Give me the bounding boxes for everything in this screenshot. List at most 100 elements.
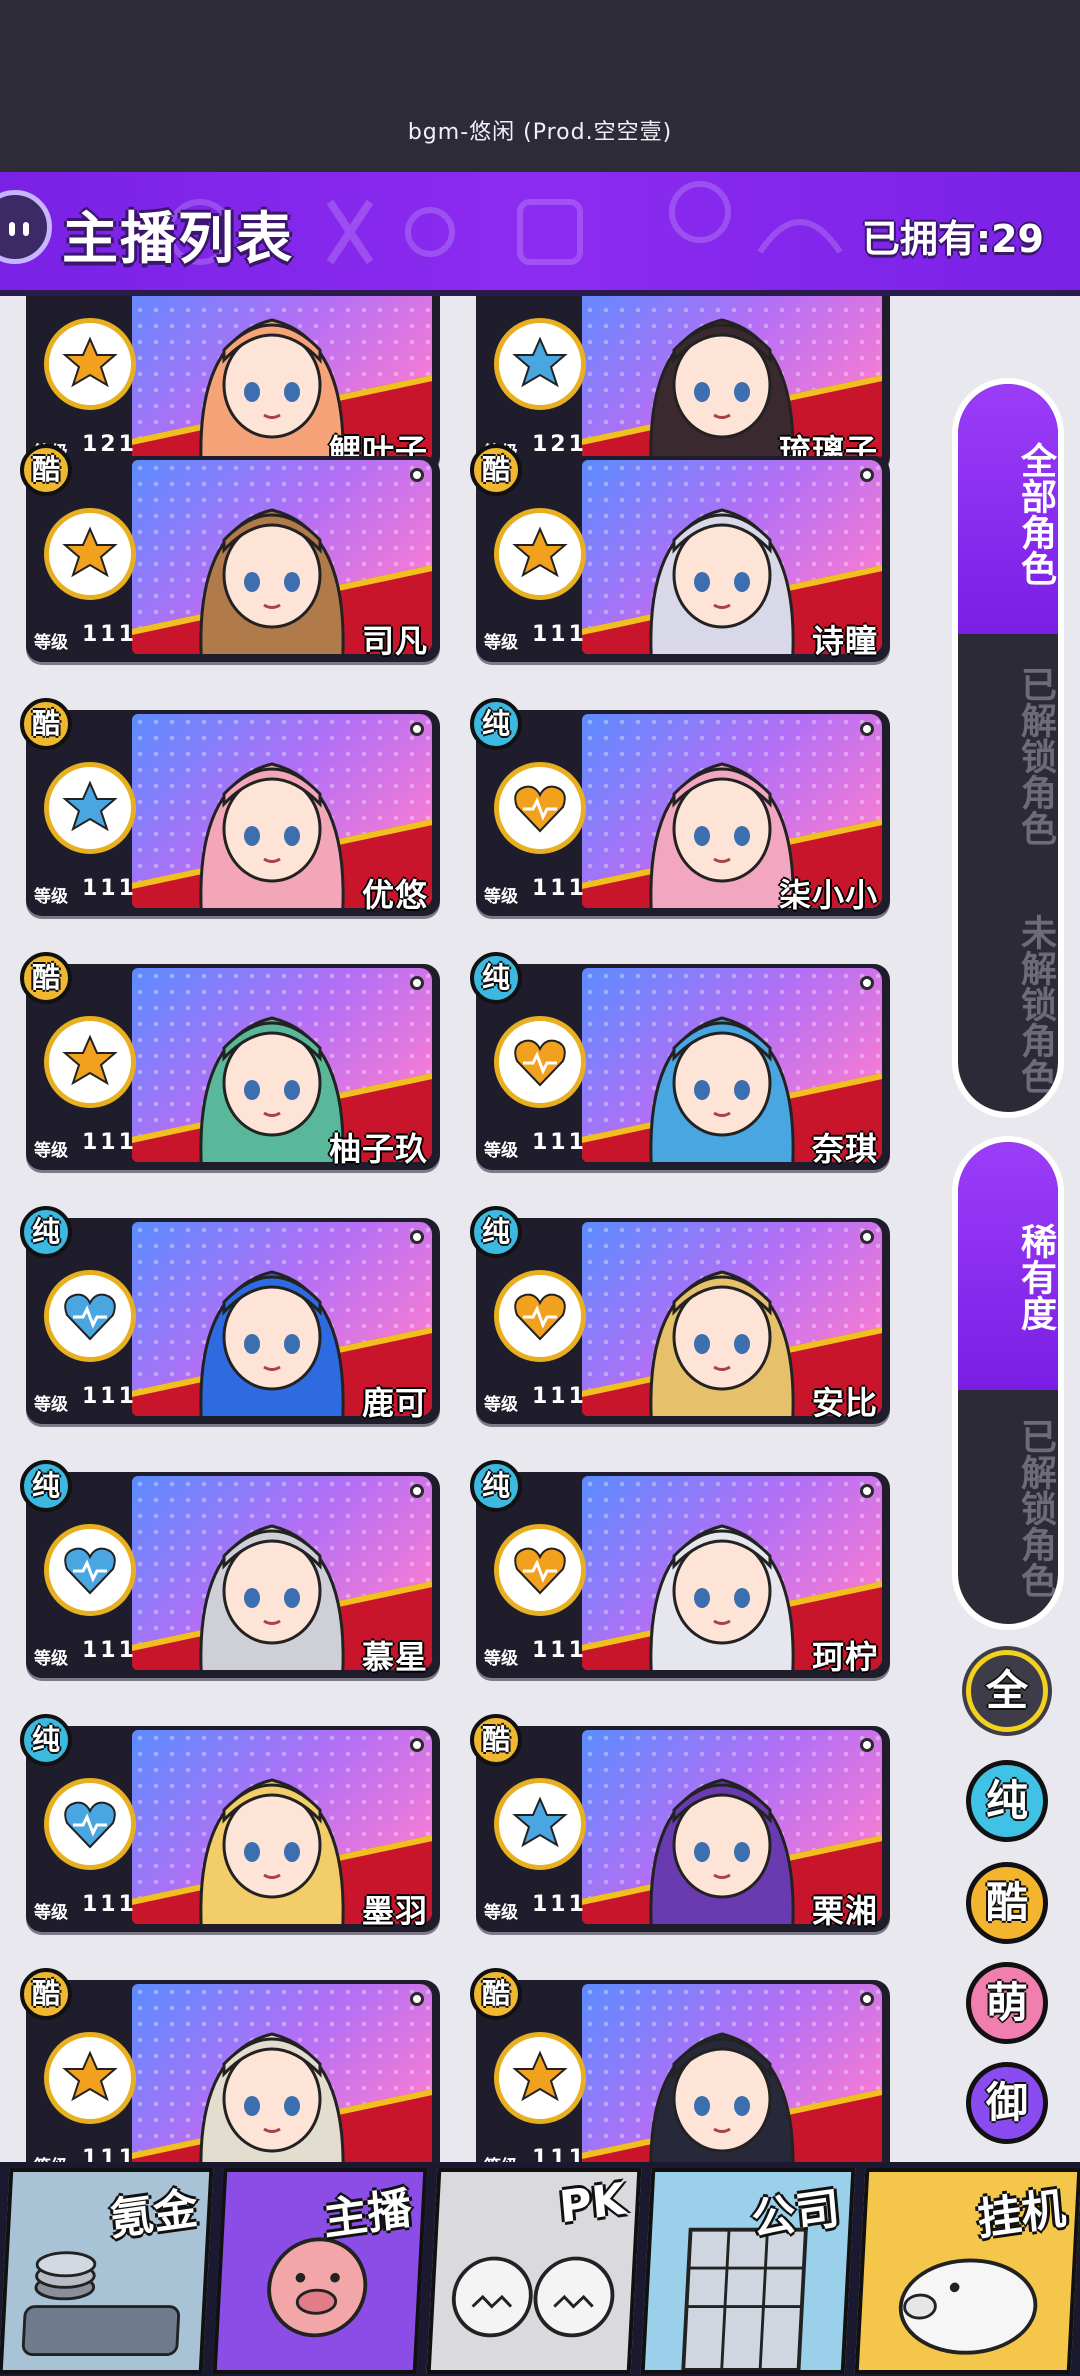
streamer-card[interactable]: 等级 111 栗湘 酷 (470, 1714, 890, 1932)
nav-idle-label: 挂机 (975, 2183, 1068, 2246)
rank-emblem-icon (44, 762, 136, 854)
bottom-nav: 氪金 主播 PK 公司 挂机 (0, 2162, 1080, 2376)
nav-idle[interactable]: 挂机 (854, 2168, 1080, 2374)
filter-all-button[interactable]: 全 (966, 1650, 1048, 1732)
rank-emblem-icon (44, 1270, 136, 1362)
filter-royal-button[interactable]: 御 (966, 2062, 1048, 2144)
tab-all-characters[interactable]: 全部角色 (958, 414, 1058, 614)
streamer-card[interactable]: 等级 111 珂柠 纯 (470, 1460, 890, 1678)
rank-emblem-icon (494, 1778, 586, 1870)
attribute-badge: 纯 (470, 698, 522, 750)
attribute-badge: 纯 (470, 1206, 522, 1258)
streamer-card[interactable]: 等级121鲤叶子 (20, 296, 440, 472)
streamer-card[interactable]: 等级111酷 (20, 1968, 440, 2166)
tab-locked-characters[interactable]: 未解锁角色 (958, 904, 1058, 1104)
tab-unlocked-characters[interactable]: 已解锁角色 (958, 656, 1058, 856)
streamer-card[interactable]: 等级 111 柚子玖 酷 (20, 952, 440, 1170)
streamer-card[interactable]: 等级 111 诗瞳 酷 (470, 444, 890, 662)
status-bar: bgm-悠闲 (Prod.空空壹) (0, 0, 1080, 172)
filter-cute-button[interactable]: 萌 (966, 1962, 1048, 2044)
attribute-badge: 纯 (20, 1206, 72, 1258)
character-art-icon (199, 508, 345, 654)
attribute-badge: 酷 (470, 444, 522, 496)
card-corner-dot (410, 1484, 424, 1498)
nav-company[interactable]: 公司 (640, 2168, 856, 2374)
level-value: 111 (82, 1384, 137, 1409)
rank-emblem-icon (44, 1778, 136, 1870)
attribute-badge: 酷 (470, 1714, 522, 1766)
rank-emblem-icon (44, 2032, 136, 2124)
tab-rarity[interactable]: 稀有度 (958, 1202, 1058, 1352)
character-art-icon (199, 1778, 345, 1924)
level-label: 等级 (484, 1141, 518, 1161)
character-name: 柒小小 (778, 876, 878, 914)
level-value: 111 (532, 1384, 587, 1409)
rank-emblem-icon (44, 508, 136, 600)
level-label: 等级 (34, 633, 68, 653)
character-name: 鹿可 (361, 1384, 428, 1422)
streamer-card[interactable]: 等级 111 慕星 纯 (20, 1460, 440, 1678)
owned-value: 29 (991, 217, 1044, 261)
streamer-card[interactable]: 等级121琉璃子 (470, 296, 890, 472)
card-corner-dot (410, 1230, 424, 1244)
filter-pure-button[interactable]: 纯 (966, 1760, 1048, 1842)
streamer-card[interactable]: 等级111酷 (470, 1968, 890, 2166)
streamer-card[interactable]: 等级 111 鹿可 纯 (20, 1206, 440, 1424)
level-label: 等级 (34, 1141, 68, 1161)
character-art-icon (649, 1524, 795, 1670)
nav-pk[interactable]: PK (426, 2168, 642, 2374)
level-label: 等级 (34, 887, 68, 907)
rank-emblem-icon (494, 762, 586, 854)
page-title: 主播列表 (62, 207, 294, 272)
nav-company-label: 公司 (749, 2183, 842, 2246)
streamer-list[interactable]: 等级121鲤叶子等级121琉璃子等级111司凡酷等级111诗瞳酷等级111优悠酷… (0, 296, 940, 2166)
rank-emblem-icon (494, 1016, 586, 1108)
level-label: 等级 (34, 1903, 68, 1923)
level-label: 等级 (34, 1395, 68, 1415)
streamer-card[interactable]: 等级 111 司凡 酷 (20, 444, 440, 662)
card-corner-dot (410, 468, 424, 482)
level-value: 111 (532, 1130, 587, 1155)
character-name: 慕星 (361, 1638, 428, 1676)
streamer-card[interactable]: 等级 111 优悠 酷 (20, 698, 440, 916)
character-name: 奈琪 (811, 1130, 878, 1168)
card-corner-dot (860, 976, 874, 990)
card-corner-dot (860, 1738, 874, 1752)
ownership-filter: 全部角色 已解锁角色 未解锁角色 (952, 378, 1064, 1118)
character-name: 栗湘 (811, 1892, 878, 1930)
rank-emblem-icon (494, 1524, 586, 1616)
level-value: 111 (82, 876, 137, 901)
character-art-icon (199, 1270, 345, 1416)
card-corner-dot (860, 468, 874, 482)
character-art-icon (649, 508, 795, 654)
nav-streamer[interactable]: 主播 (212, 2168, 428, 2374)
attribute-badge: 酷 (20, 698, 72, 750)
card-corner-dot (860, 1992, 874, 2006)
attribute-badge: 纯 (470, 1460, 522, 1512)
card-corner-dot (860, 1230, 874, 1244)
level-label: 等级 (484, 1649, 518, 1669)
nav-pk-label: PK (557, 2173, 628, 2234)
tab-rarity-unlocked[interactable]: 已解锁角色 (958, 1408, 1058, 1608)
back-face-icon (9, 222, 29, 236)
filter-cool-button[interactable]: 酷 (966, 1862, 1048, 1944)
streamer-card[interactable]: 等级 111 墨羽 纯 (20, 1714, 440, 1932)
character-art-icon (649, 2032, 795, 2166)
character-art-icon (199, 762, 345, 908)
level-label: 等级 (484, 633, 518, 653)
attribute-badge: 酷 (20, 444, 72, 496)
level-value: 111 (82, 622, 137, 647)
level-label: 等级 (484, 1903, 518, 1923)
rank-emblem-icon (44, 318, 136, 410)
card-corner-dot (410, 976, 424, 990)
card-corner-dot (860, 1484, 874, 1498)
card-corner-dot (410, 722, 424, 736)
streamer-card[interactable]: 等级 111 安比 纯 (470, 1206, 890, 1424)
nav-recharge[interactable]: 氪金 (0, 2168, 214, 2374)
owned-label: 已拥有: (861, 217, 992, 261)
character-name: 柚子玖 (328, 1130, 428, 1168)
character-portrait (582, 1984, 882, 2166)
streamer-card[interactable]: 等级 111 柒小小 纯 (470, 698, 890, 916)
level-value: 111 (532, 1892, 587, 1917)
streamer-card[interactable]: 等级 111 奈琪 纯 (470, 952, 890, 1170)
